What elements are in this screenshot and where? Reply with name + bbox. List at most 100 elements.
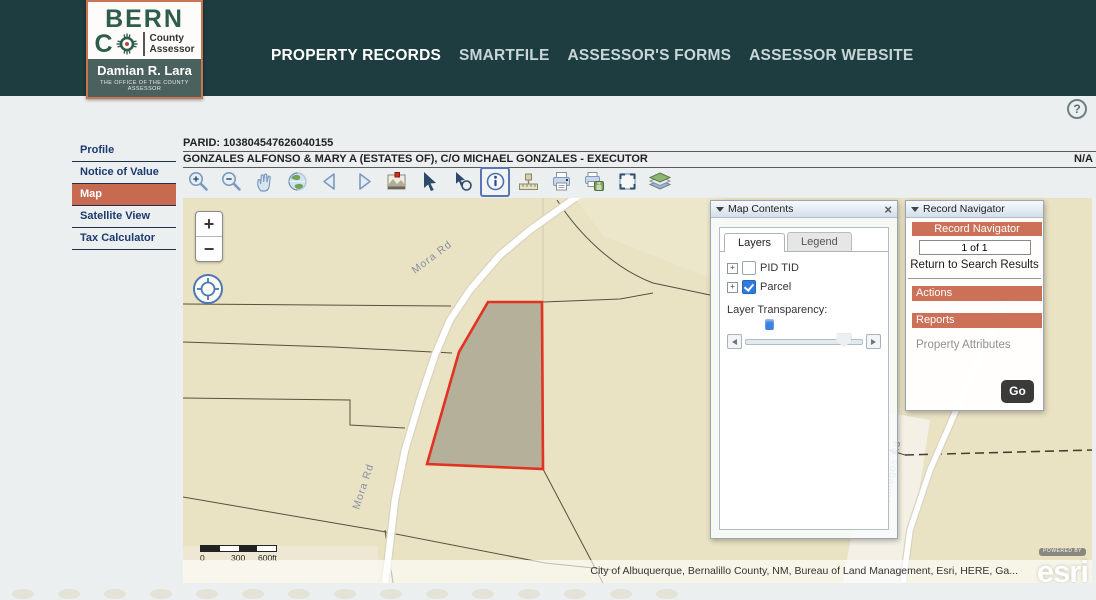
layer-label-pid-tid: PID TID (760, 262, 799, 274)
tab-legend[interactable]: Legend (787, 232, 852, 251)
map-zoom-in-button[interactable]: + (196, 212, 222, 237)
record-navigator-title: Record Navigator (923, 203, 1038, 215)
county-logo: BERN C County Assessor (86, 0, 203, 99)
collapse-icon[interactable] (911, 207, 919, 212)
toolbar-layers-button[interactable] (645, 167, 675, 197)
logo-top: BERN C County Assessor (86, 0, 203, 59)
sidebar-item-notice-of-value[interactable]: Notice of Value (72, 162, 176, 184)
record-header: PARID: 103804547626040155 GONZALES ALFON… (183, 137, 1096, 168)
toolbar-identify-button[interactable] (447, 167, 477, 197)
toolbar-zoom-out-button[interactable] (216, 167, 246, 197)
map-contents-titlebar[interactable]: Map Contents × (711, 201, 897, 218)
full-screen-icon (616, 170, 639, 193)
sidebar-item-profile[interactable]: Profile (72, 140, 176, 162)
toolbar-previous-view-button[interactable] (315, 167, 345, 197)
select-pointer-icon (418, 170, 441, 193)
toolbar-select-button[interactable] (414, 167, 444, 197)
record-right-value: N/A (1074, 153, 1093, 165)
previous-arrow-icon (319, 170, 342, 193)
road-label-mora-upper: Mora Rd (410, 238, 455, 276)
measure-icon (517, 170, 540, 193)
transparency-label: Layer Transparency: (727, 304, 881, 316)
transparency-value-badge (765, 319, 774, 330)
identify-pointer-icon (451, 170, 474, 193)
sidebar: Profile Notice of Value Map Satellite Vi… (72, 140, 176, 250)
layer-tabs: Layers Legend (720, 228, 888, 252)
globe-icon (286, 170, 309, 193)
road-label-mora-lower: Mora Rd (350, 462, 376, 511)
toolbar-measure-button[interactable] (513, 167, 543, 197)
logo-sub1: County (150, 33, 184, 44)
nav-assessor-website[interactable]: ASSESSOR WEBSITE (749, 47, 913, 65)
esri-wordmark: esri (1037, 556, 1088, 583)
info-icon (484, 170, 507, 193)
toolbar-full-extent-button[interactable] (282, 167, 312, 197)
owner-name: GONZALES ALFONSO & MARY A (ESTATES OF), … (183, 153, 648, 165)
toolbar-pan-button[interactable] (249, 167, 279, 197)
divider (908, 278, 1041, 279)
help-icon[interactable]: ? (1067, 99, 1087, 119)
nav-smartfile[interactable]: SMARTFILE (459, 47, 550, 65)
footer-pattern (0, 583, 700, 600)
slider-track[interactable] (745, 339, 863, 345)
slider-right-arrow[interactable] (866, 334, 881, 349)
logo-bottom: Damian R. Lara THE OFFICE OF THE COUNTY … (86, 59, 203, 99)
record-navigator-panel: Record Navigator Record Navigator Return… (905, 200, 1044, 411)
toolbar-next-view-button[interactable] (348, 167, 378, 197)
left-arrow-icon (732, 339, 737, 345)
slider-left-arrow[interactable] (727, 334, 742, 349)
actions-section-bar[interactable]: Actions (912, 286, 1042, 301)
tab-layers[interactable]: Layers (724, 233, 785, 252)
zoom-in-icon (187, 170, 210, 193)
layer-row-pid-tid: + PID TID (727, 261, 881, 275)
crosshair-icon (197, 278, 219, 300)
logo-divider (143, 32, 145, 56)
parid-text: PARID: 103804547626040155 (183, 137, 1096, 152)
collapse-icon[interactable] (716, 207, 724, 212)
zia-sun-icon (116, 33, 138, 55)
map-attribution: City of Albuquerque, Bernalillo County, … (183, 560, 1092, 583)
toolbar-full-screen-button[interactable] (612, 167, 642, 197)
map-zoom-out-button[interactable]: − (196, 237, 222, 261)
sidebar-item-satellite-view[interactable]: Satellite View (72, 206, 176, 228)
toolbar-export-button[interactable] (579, 167, 609, 197)
record-position-input[interactable] (919, 240, 1031, 255)
layers-icon (648, 170, 672, 193)
map-light-patch (575, 198, 723, 283)
compass-button[interactable] (193, 274, 223, 304)
toolbar-zoom-in-button[interactable] (183, 167, 213, 197)
assessor-name: Damian R. Lara (90, 63, 199, 78)
property-attributes-link[interactable]: Property Attributes (916, 339, 1043, 351)
zoom-out-icon (220, 170, 243, 193)
right-arrow-icon (871, 339, 876, 345)
close-icon[interactable]: × (884, 203, 892, 216)
sidebar-item-map[interactable]: Map (72, 184, 176, 206)
print-export-icon (583, 170, 606, 193)
layer-row-parcel: + Parcel (727, 280, 881, 294)
toolbar-print-button[interactable] (546, 167, 576, 197)
toolbar-overview-map-button[interactable] (381, 167, 411, 197)
logo-line2: C (94, 32, 112, 56)
nav-property-records[interactable]: PROPERTY RECORDS (271, 47, 441, 65)
toolbar-info-button[interactable] (480, 167, 510, 197)
esri-logo: POWERED BY esri (1037, 540, 1088, 583)
slider-thumb[interactable] (836, 334, 851, 348)
map-contents-panel: Map Contents × Layers Legend + PID TID +… (710, 200, 898, 539)
record-navigator-titlebar[interactable]: Record Navigator (906, 201, 1043, 218)
record-navigator-banner: Record Navigator (912, 222, 1042, 236)
map-contents-title: Map Contents (728, 203, 884, 215)
nav-assessors-forms[interactable]: ASSESSOR'S FORMS (568, 47, 732, 65)
expand-icon[interactable]: + (727, 282, 738, 293)
parcel-checkbox[interactable] (742, 280, 756, 294)
main-nav: PROPERTY RECORDS SMARTFILE ASSESSOR'S FO… (271, 47, 913, 65)
assessor-tagline: THE OFFICE OF THE COUNTY ASSESSOR (90, 80, 199, 92)
sidebar-item-tax-calculator[interactable]: Tax Calculator (72, 228, 176, 250)
expand-icon[interactable]: + (727, 263, 738, 274)
layer-label-parcel: Parcel (760, 281, 791, 293)
return-to-search-results-link[interactable]: Return to Search Results (906, 259, 1043, 271)
pid-tid-checkbox[interactable] (742, 261, 756, 275)
map-zoom-control: + − (195, 211, 223, 262)
reports-section-bar[interactable]: Reports (912, 313, 1042, 328)
go-button[interactable]: Go (1001, 380, 1034, 403)
logo-sub2: Assessor (150, 44, 195, 55)
